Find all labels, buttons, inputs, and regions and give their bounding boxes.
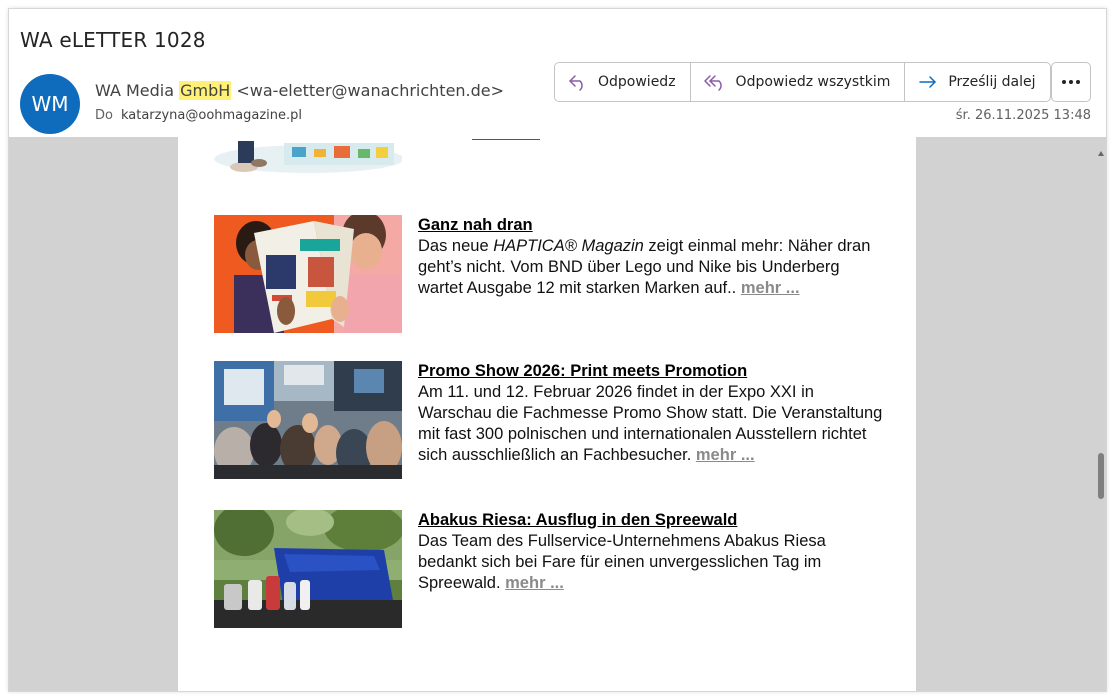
previous-article-image[interactable]: [214, 137, 402, 173]
newsletter-content: Ganz nah dran Das neue HAPTICA® Magazin …: [178, 137, 916, 691]
recipient-address[interactable]: katarzyna@oohmagazine.pl: [121, 108, 302, 123]
sender-name: WA Media: [95, 81, 180, 100]
more-link[interactable]: mehr ...: [505, 574, 564, 592]
forward-icon: [919, 76, 937, 88]
recipient-line: Do katarzyna@oohmagazine.pl: [95, 108, 302, 123]
reply-all-button[interactable]: Odpowiedz wszystkim: [691, 63, 906, 101]
article-title[interactable]: Ganz nah dran: [418, 215, 888, 236]
message-date: śr. 26.11.2025 13:48: [955, 108, 1091, 123]
article-text: Abakus Riesa: Ausflug in den Spreewald D…: [418, 510, 888, 594]
article-thumbnail[interactable]: [214, 361, 402, 479]
article-body-text: Am 11. und 12. Februar 2026 findet in de…: [418, 383, 883, 464]
avatar-initials: WM: [31, 92, 69, 116]
previous-more-link-underline[interactable]: [472, 139, 540, 140]
more-actions-button[interactable]: [1051, 62, 1091, 102]
article-title[interactable]: Abakus Riesa: Ausflug in den Spreewald: [418, 510, 888, 531]
article-body-text: Das neue: [418, 237, 494, 255]
scroll-up-arrow-icon[interactable]: [1098, 151, 1104, 156]
reply-all-icon: [703, 75, 722, 91]
forward-label: Prześlij dalej: [948, 74, 1036, 90]
to-label: Do: [95, 108, 113, 123]
message-header: WA eLETTER 1028 WM WA Media GmbH <wa-ele…: [9, 9, 1106, 137]
more-link[interactable]: mehr ...: [741, 279, 800, 297]
email-window: WA eLETTER 1028 WM WA Media GmbH <wa-ele…: [8, 8, 1107, 692]
reply-button[interactable]: Odpowiedz: [555, 63, 691, 101]
forward-button[interactable]: Prześlij dalej: [905, 63, 1049, 101]
article-body-text: Das Team des Fullservice-Unternehmens Ab…: [418, 532, 826, 592]
sender-email: <wa-eletter@wanachrichten.de>: [231, 81, 505, 100]
article-text: Promo Show 2026: Print meets Promotion A…: [418, 361, 888, 466]
reply-icon: [569, 75, 583, 91]
ellipsis-icon: [1062, 80, 1080, 84]
message-subject: WA eLETTER 1028: [20, 28, 206, 52]
reply-all-label: Odpowiedz wszystkim: [735, 74, 891, 90]
article-body: Das neue HAPTICA® Magazin zeigt einmal m…: [418, 236, 888, 299]
article-body-emphasis: HAPTICA® Magazin: [493, 237, 644, 255]
article-body: Am 11. und 12. Februar 2026 findet in de…: [418, 382, 888, 466]
sender-name-highlight: GmbH: [179, 81, 232, 100]
avatar[interactable]: WM: [20, 74, 80, 134]
article-thumbnail[interactable]: [214, 215, 402, 333]
article-text: Ganz nah dran Das neue HAPTICA® Magazin …: [418, 215, 888, 299]
sender-line[interactable]: WA Media GmbH <wa-eletter@wanachrichten.…: [95, 81, 504, 100]
article-thumbnail[interactable]: [214, 510, 402, 628]
article-title[interactable]: Promo Show 2026: Print meets Promotion: [418, 361, 888, 382]
message-body: Ganz nah dran Das neue HAPTICA® Magazin …: [9, 137, 1106, 691]
vertical-scrollbar[interactable]: [1094, 137, 1106, 691]
scrollbar-thumb[interactable]: [1098, 453, 1104, 499]
article-body: Das Team des Fullservice-Unternehmens Ab…: [418, 531, 888, 594]
message-actions: Odpowiedz Odpowiedz wszystkim Prześlij d…: [554, 62, 1051, 102]
reply-label: Odpowiedz: [598, 74, 676, 90]
more-link[interactable]: mehr ...: [696, 446, 755, 464]
